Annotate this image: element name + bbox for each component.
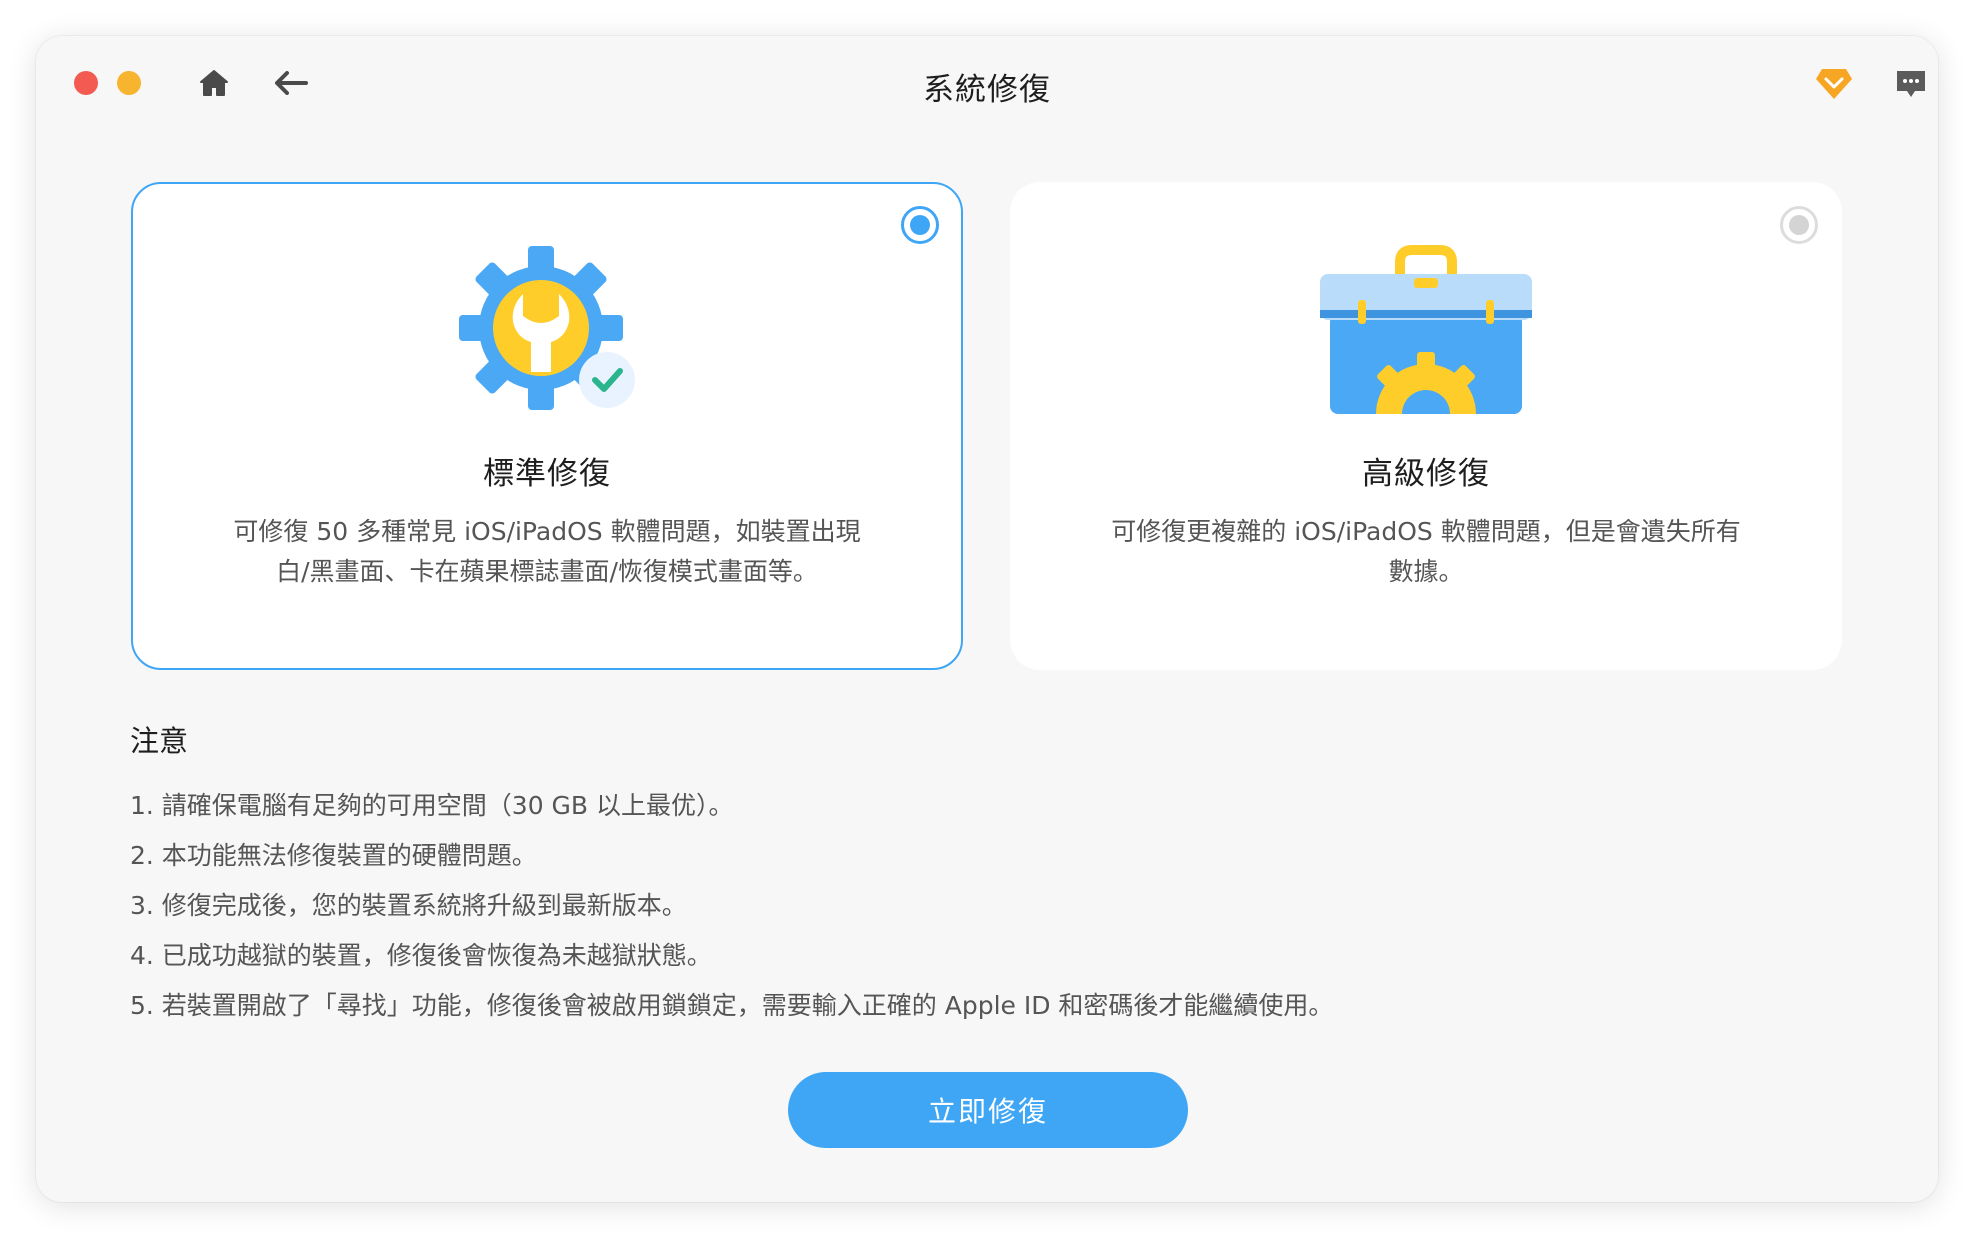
gear-wrench-icon (437, 244, 657, 424)
notes-item: 1. 請確保電腦有足夠的可用空間（30 GB 以上最优）。 (130, 791, 734, 820)
window-title: 系統修復 (923, 72, 1051, 108)
notes-item: 2. 本功能無法修復裝置的硬體問題。 (130, 841, 537, 870)
notes-item: 5. 若裝置開啟了「尋找」功能，修復後會被啟用鎖鎖定，需要輸入正確的 Apple… (130, 991, 1334, 1020)
standard-repair-title: 標準修復 (483, 456, 611, 492)
standard-repair-card[interactable]: 標準修復 可修復 50 多種常見 iOS/iPadOS 軟體問題，如裝置出現白/… (131, 182, 963, 670)
standard-repair-radio[interactable] (901, 206, 939, 244)
toolbox-icon (1316, 244, 1536, 424)
advanced-repair-radio[interactable] (1780, 206, 1818, 244)
advanced-repair-description: 可修復更複雜的 iOS/iPadOS 軟體問題，但是會遺失所有數據。 (1111, 517, 1741, 586)
notes-title: 注意 (130, 724, 189, 758)
chat-icon[interactable] (1889, 62, 1933, 106)
standard-repair-description: 可修復 50 多種常見 iOS/iPadOS 軟體問題，如裝置出現白/黑畫面、卡… (233, 517, 861, 586)
app-window: 系統修復 標準修復 可修復 50 多種常見 iOS/iPadOS 軟體問題，如裝… (36, 36, 1938, 1202)
advanced-repair-card[interactable]: 高級修復 可修復更複雜的 iOS/iPadOS 軟體問題，但是會遺失所有數據。 (1010, 182, 1842, 670)
advanced-repair-title: 高級修復 (1362, 456, 1490, 492)
repair-now-button[interactable]: 立即修復 (788, 1072, 1188, 1148)
notes-item: 4. 已成功越獄的裝置，修復後會恢復為未越獄狀態。 (130, 941, 712, 970)
notes-item: 3. 修復完成後，您的裝置系統將升級到最新版本。 (130, 891, 687, 920)
notes-list: 1. 請確保電腦有足夠的可用空間（30 GB 以上最优）。 2. 本功能無法修復… (130, 781, 1333, 1031)
title-bar: 系統修復 (36, 36, 1938, 128)
vip-diamond-icon[interactable] (1812, 62, 1856, 106)
